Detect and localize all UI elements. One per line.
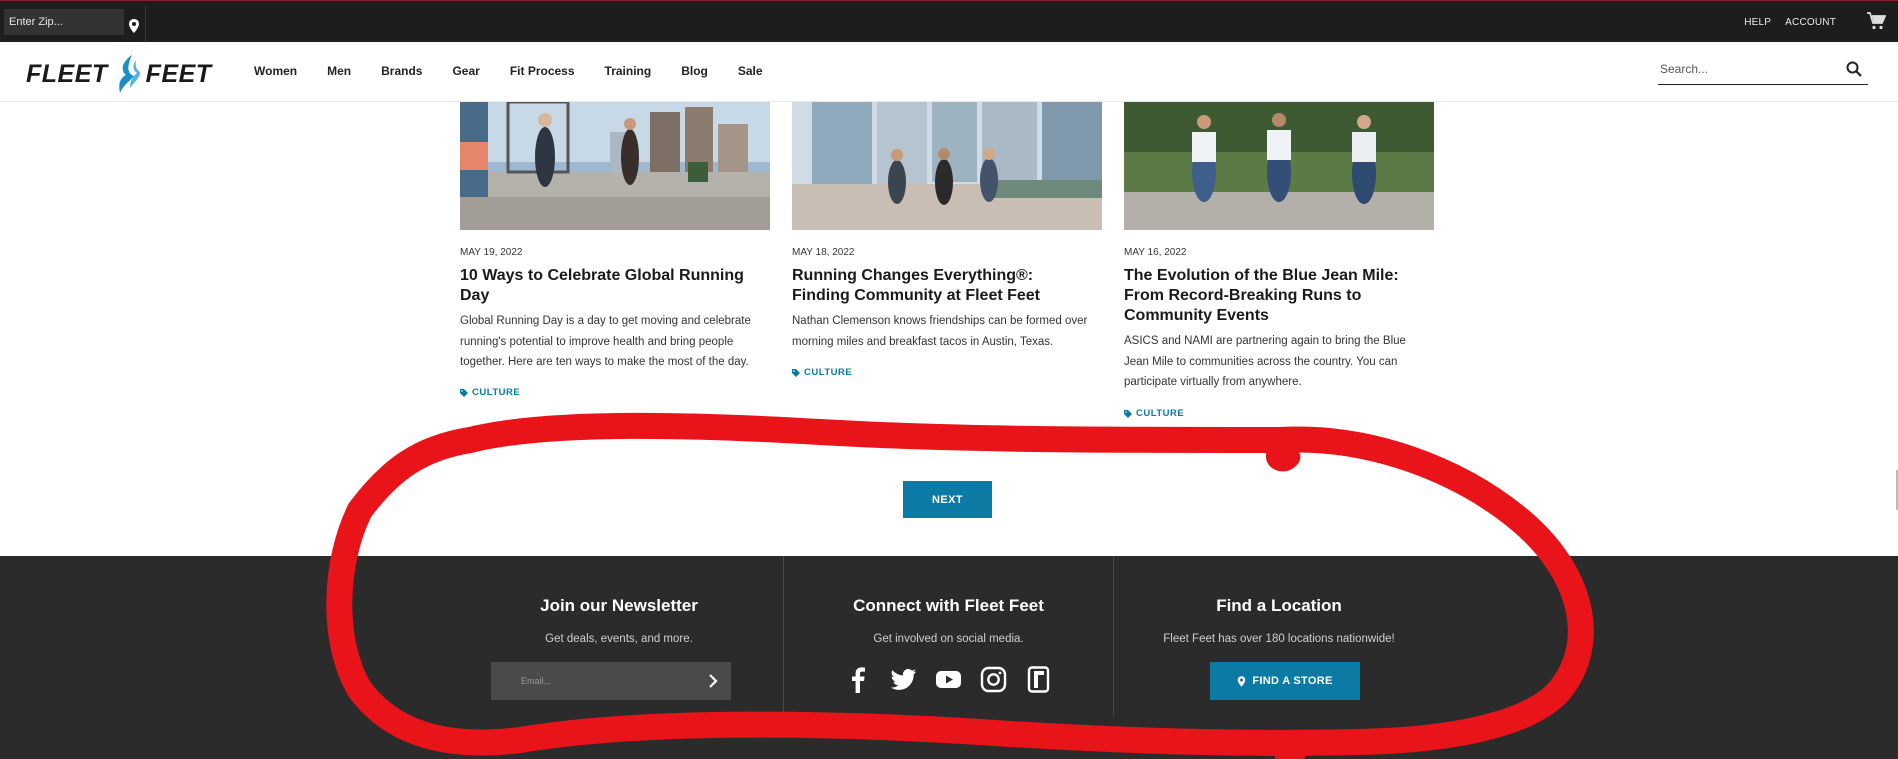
fleet-feet-logo[interactable]: FLEET FEET xyxy=(26,54,212,94)
main-nav: FLEET FEET Women Men Brands Gear Fit Pro… xyxy=(0,42,1898,102)
article-tag[interactable]: CULTURE xyxy=(1124,408,1184,419)
nav-item-fit-process[interactable]: Fit Process xyxy=(510,64,575,78)
social-section: Connect with Fleet Feet Get involved on … xyxy=(784,556,1114,716)
tag-label: CULTURE xyxy=(1136,408,1185,419)
email-input[interactable] xyxy=(511,662,711,700)
account-link[interactable]: ACCOUNT xyxy=(1785,17,1836,28)
article-date: MAY 16, 2022 xyxy=(1124,247,1187,258)
tag-label: CULTURE xyxy=(472,387,521,398)
nav-item-blog[interactable]: Blog xyxy=(681,64,708,78)
next-page-button[interactable]: NEXT xyxy=(903,481,992,518)
flame-logo-icon xyxy=(118,55,140,93)
strava-icon[interactable] xyxy=(1025,666,1052,693)
utility-links: HELP ACCOUNT xyxy=(1744,17,1836,28)
article-image-3[interactable] xyxy=(1124,102,1434,230)
article-card-1[interactable]: MAY 19, 2022 10 Ways to Celebrate Global… xyxy=(460,102,770,398)
tag-icon xyxy=(1124,409,1132,418)
article-image-1[interactable] xyxy=(460,102,770,230)
nav-item-training[interactable]: Training xyxy=(605,64,652,78)
article-title[interactable]: The Evolution of the Blue Jean Mile: Fro… xyxy=(1124,266,1424,326)
article-title[interactable]: 10 Ways to Celebrate Global Running Day xyxy=(460,266,760,306)
zip-locator xyxy=(0,5,146,43)
location-subtext: Fleet Feet has over 180 locations nation… xyxy=(1163,633,1395,645)
tag-label: CULTURE xyxy=(804,367,853,378)
nav-item-men[interactable]: Men xyxy=(327,64,351,78)
cart-icon[interactable] xyxy=(1866,12,1886,30)
newsletter-form xyxy=(491,662,731,700)
article-title[interactable]: Running Changes Everything®: Finding Com… xyxy=(792,266,1092,306)
logo-text-left: FLEET xyxy=(26,59,108,88)
location-heading: Find a Location xyxy=(1216,596,1342,615)
facebook-icon[interactable] xyxy=(845,666,872,693)
nav-item-gear[interactable]: Gear xyxy=(452,64,479,78)
zip-input[interactable] xyxy=(4,9,124,35)
article-description: Nathan Clemenson knows friendships can b… xyxy=(792,315,1088,348)
article-tag[interactable]: CULTURE xyxy=(792,367,852,378)
utility-bar: HELP ACCOUNT xyxy=(0,0,1898,43)
article-card-3[interactable]: MAY 16, 2022 The Evolution of the Blue J… xyxy=(1124,102,1434,419)
nav-item-brands[interactable]: Brands xyxy=(381,64,422,78)
search-input[interactable] xyxy=(1658,55,1838,83)
footer: Join our Newsletter Get deals, events, a… xyxy=(0,556,1898,759)
chevron-right-icon[interactable] xyxy=(707,674,719,688)
article-description: Global Running Day is a day to get movin… xyxy=(460,315,751,368)
nav-item-women[interactable]: Women xyxy=(254,64,297,78)
article-date: MAY 19, 2022 xyxy=(460,247,523,258)
nav-item-sale[interactable]: Sale xyxy=(738,64,763,78)
location-pin-icon[interactable] xyxy=(128,19,140,33)
newsletter-subtext: Get deals, events, and more. xyxy=(545,633,693,645)
social-subtext: Get involved on social media. xyxy=(873,633,1024,645)
twitter-icon[interactable] xyxy=(890,666,917,693)
logo-text-right: FEET xyxy=(145,59,212,88)
search-bar xyxy=(1658,55,1868,85)
tag-icon xyxy=(460,388,468,397)
search-icon[interactable] xyxy=(1846,61,1862,77)
article-tag[interactable]: CULTURE xyxy=(460,387,520,398)
location-section: Find a Location Fleet Feet has over 180 … xyxy=(1114,556,1444,716)
social-links xyxy=(784,666,1113,693)
nav-menu: Women Men Brands Gear Fit Process Traini… xyxy=(254,64,793,78)
newsletter-section: Join our Newsletter Get deals, events, a… xyxy=(455,556,784,716)
social-heading: Connect with Fleet Feet xyxy=(853,596,1044,615)
article-image-2[interactable] xyxy=(792,102,1102,230)
article-date: MAY 18, 2022 xyxy=(792,247,855,258)
tag-icon xyxy=(792,368,800,377)
article-description: ASICS and NAMI are partnering again to b… xyxy=(1124,335,1406,388)
find-store-label: FIND A STORE xyxy=(1252,675,1333,687)
help-link[interactable]: HELP xyxy=(1744,17,1771,28)
youtube-icon[interactable] xyxy=(935,666,962,693)
article-card-2[interactable]: MAY 18, 2022 Running Changes Everything®… xyxy=(792,102,1102,378)
newsletter-heading: Join our Newsletter xyxy=(540,596,698,615)
find-store-button[interactable]: FIND A STORE xyxy=(1210,662,1360,700)
location-pin-icon xyxy=(1238,675,1246,687)
instagram-icon[interactable] xyxy=(980,666,1007,693)
